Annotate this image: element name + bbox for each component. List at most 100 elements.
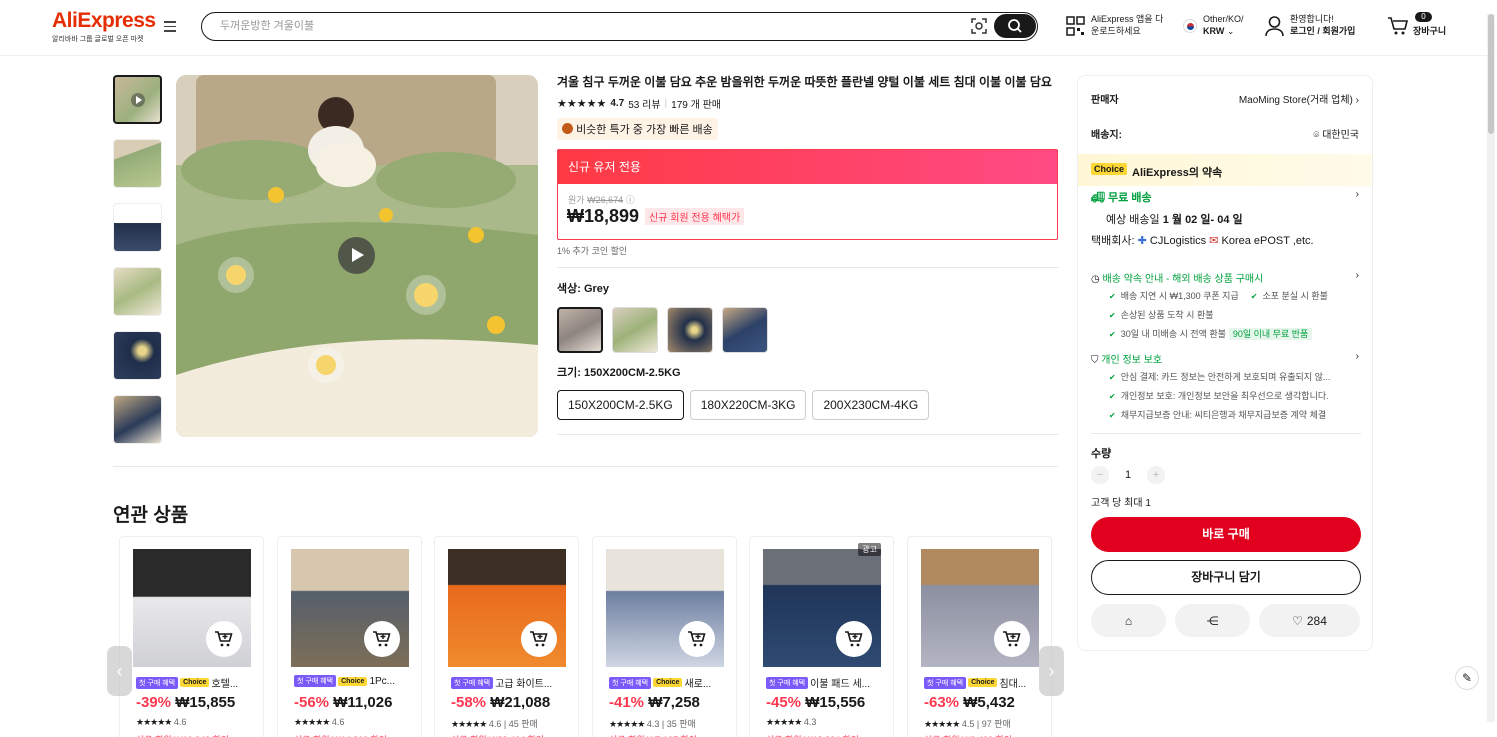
feedback-edit-button[interactable]: ✎ xyxy=(1455,666,1479,690)
original-price-row: 원가 ₩26,674 ⓘ xyxy=(568,193,1057,206)
product-info: 겨울 침구 두꺼운 이불 담요 추운 밤을위한 두꺼운 따뜻한 플란넬 양털 이… xyxy=(557,75,1059,435)
locale-line-1: Other/KO/ xyxy=(1203,14,1244,24)
main-product-image[interactable] xyxy=(176,75,538,437)
size-option[interactable]: 200X230CM-4KG xyxy=(812,390,930,420)
card-rating-row: ★★★★★ 4.3 xyxy=(766,717,816,728)
seller-row[interactable]: 판매자 MaoMing Store(거래 업체) › xyxy=(1091,91,1359,106)
user-icon[interactable] xyxy=(1265,15,1284,37)
related-product-card[interactable]: 광고 첫 구매 혜택 이불 패드 세... -45% ₩15,556 ★★★★★… xyxy=(749,536,894,737)
size-option[interactable]: 150X200CM-2.5KG xyxy=(557,390,684,420)
product-name: 새로... xyxy=(684,679,712,690)
first-purchase-tag: 첫 구매 혜택 xyxy=(609,676,652,689)
card-sold: 97 판매 xyxy=(981,719,1011,729)
size-option[interactable]: 180X220CM-3KG xyxy=(689,390,807,420)
review-count[interactable]: 53 리뷰 xyxy=(628,96,660,111)
locale-selector[interactable]: Other/KO/ KRW ⌄ xyxy=(1203,13,1244,37)
add-to-cart-icon[interactable] xyxy=(994,621,1030,657)
cart-icon[interactable] xyxy=(1387,16,1409,36)
qr-code-icon[interactable] xyxy=(1066,16,1085,36)
card-price-row: -39% ₩15,855 xyxy=(136,694,235,711)
discount-percent: -39% xyxy=(136,694,172,711)
store-button[interactable]: ⌂ xyxy=(1091,604,1166,637)
first-purchase-tag: 첫 구매 혜택 xyxy=(766,676,809,689)
related-product-card[interactable]: 첫 구매 혜택 Choice 1Pc... -56% ₩11,026 ★★★★★… xyxy=(277,536,422,737)
card-rating-row: ★★★★★ 4.6 xyxy=(294,717,344,728)
divider xyxy=(557,434,1059,435)
card-sold: 35 판매 xyxy=(666,719,696,729)
search-bar xyxy=(201,12,1038,41)
share-button[interactable]: ⋲ xyxy=(1175,604,1250,637)
cart-count-badge: 0 xyxy=(1415,12,1432,22)
scrollbar[interactable] xyxy=(1487,14,1495,722)
thumbnail[interactable] xyxy=(113,139,162,188)
promise-item: 30일 내 미배송 시 전액 환불 xyxy=(1109,329,1226,339)
wishlist-button[interactable]: ♡ 284 xyxy=(1259,604,1360,637)
card-new-member-discount: 신규 회원 ₩5,107 할인 xyxy=(609,733,697,737)
privacy-item: 채무지급보증 안내: 씨티은행과 채무지급보증 계약 체결 xyxy=(1109,406,1359,425)
search-button[interactable] xyxy=(994,14,1036,38)
share-icon: ⋲ xyxy=(1206,613,1219,628)
promise-item: 소포 분실 시 환불 xyxy=(1251,287,1327,306)
thumbnail[interactable] xyxy=(113,267,162,316)
privacy-item: 안심 결제: 카드 정보는 안전하게 보호되며 유출되지 않... xyxy=(1109,368,1359,387)
color-option-navy[interactable] xyxy=(667,307,713,353)
color-option-grey[interactable] xyxy=(557,307,603,353)
card-price-row: -45% ₩15,556 xyxy=(766,694,865,711)
add-to-cart-icon[interactable] xyxy=(679,621,715,657)
delivery-promise-block[interactable]: ◷ 배송 약속 안내 - 해외 배송 상품 구매시 › 배송 지연 시 ₩1,30… xyxy=(1091,270,1359,344)
section-divider xyxy=(113,466,1058,467)
color-options xyxy=(557,307,1059,353)
chevron-down-icon: ⌄ xyxy=(1226,26,1235,36)
eta-dates: 1 월 02 일- 04 일 xyxy=(1162,214,1243,226)
buy-now-button[interactable]: 바로 구매 xyxy=(1091,517,1361,552)
card-price: ₩11,026 xyxy=(333,694,393,711)
clock-icon: ◷ xyxy=(1091,274,1100,285)
color-option-blue[interactable] xyxy=(722,307,768,353)
card-tag-row: 첫 구매 혜택 Choice 침대... xyxy=(924,675,1044,690)
thumbnail[interactable] xyxy=(113,203,162,252)
related-products-title: 연관 상품 xyxy=(113,505,189,526)
related-product-card[interactable]: 첫 구매 혜택 고급 화이트... -58% ₩21,088 ★★★★★ 4.6… xyxy=(434,536,579,737)
related-product-card[interactable]: 첫 구매 혜택 Choice 침대... -63% ₩5,432 ★★★★★ 4… xyxy=(907,536,1052,737)
heart-icon: ♡ xyxy=(1292,613,1303,628)
card-price-row: -58% ₩21,088 xyxy=(451,694,550,711)
current-price: ₩18,899 xyxy=(567,206,640,226)
free-shipping-block[interactable]: 🚚︎ 무료 배송 › 예상 배송일 1 월 02 일- 04 일 택배회사: ✚ … xyxy=(1091,189,1359,249)
aliexpress-logo[interactable]: AliExpress 알리바바 그룹 글로벌 오픈 마켓 xyxy=(52,10,156,44)
add-to-cart-icon[interactable] xyxy=(206,621,242,657)
chevron-right-icon: › xyxy=(1048,660,1055,681)
rocket-icon xyxy=(562,123,573,134)
download-app-link[interactable]: AliExpress 앱을 다 운로드하세요 xyxy=(1091,13,1163,37)
add-to-cart-icon[interactable] xyxy=(364,621,400,657)
card-new-member-discount: 신규 회원 ₩14,310 할인 xyxy=(294,733,387,737)
image-search-icon[interactable] xyxy=(970,17,988,35)
decrease-button[interactable]: − xyxy=(1091,466,1109,484)
menu-icon[interactable] xyxy=(164,21,176,33)
account-link[interactable]: 환영합니다! 로그인 / 회원가입 xyxy=(1290,13,1355,37)
thumbnail[interactable] xyxy=(113,75,162,124)
carousel-next-button[interactable]: › xyxy=(1039,646,1064,696)
color-option-green[interactable] xyxy=(612,307,658,353)
thumbnail[interactable] xyxy=(113,395,162,444)
add-to-cart-icon[interactable] xyxy=(836,621,872,657)
carrier-label: 택배회사: xyxy=(1091,235,1135,247)
ship-to-row[interactable]: 배송지: ⌾ 대한민국 xyxy=(1091,126,1359,141)
related-product-card[interactable]: 첫 구매 혜택 Choice 호텔... -39% ₩15,855 ★★★★★ … xyxy=(119,536,264,737)
first-purchase-tag: 첫 구매 혜택 xyxy=(136,676,179,689)
card-tag-row: 첫 구매 혜택 이불 패드 세... xyxy=(766,675,886,690)
free-shipping-label: 무료 배송 xyxy=(1108,192,1152,204)
play-video-button[interactable] xyxy=(338,237,375,274)
promise-item: 손상된 상품 도착 시 환불 xyxy=(1109,306,1359,325)
seller-name: MaoMing Store(거래 업체) xyxy=(1238,95,1353,106)
info-icon[interactable]: ⓘ xyxy=(626,195,635,205)
increase-button[interactable]: + xyxy=(1147,466,1166,484)
thumbnail[interactable] xyxy=(113,331,162,380)
privacy-block[interactable]: ⛉ 개인 정보 보호 › 안심 결제: 카드 정보는 안전하게 보호되며 유출되지… xyxy=(1091,351,1359,425)
search-input[interactable] xyxy=(220,18,920,34)
cart-label[interactable]: 장바구니 xyxy=(1413,25,1446,37)
add-to-cart-button[interactable]: 장바구니 담기 xyxy=(1091,560,1361,595)
carousel-prev-button[interactable]: ‹ xyxy=(107,646,132,696)
add-to-cart-icon[interactable] xyxy=(521,621,557,657)
card-new-member-discount: 신규 회원 ₩10,940 할인 xyxy=(136,733,229,737)
related-product-card[interactable]: 첫 구매 혜택 Choice 새로... -41% ₩7,258 ★★★★★ 4… xyxy=(592,536,737,737)
